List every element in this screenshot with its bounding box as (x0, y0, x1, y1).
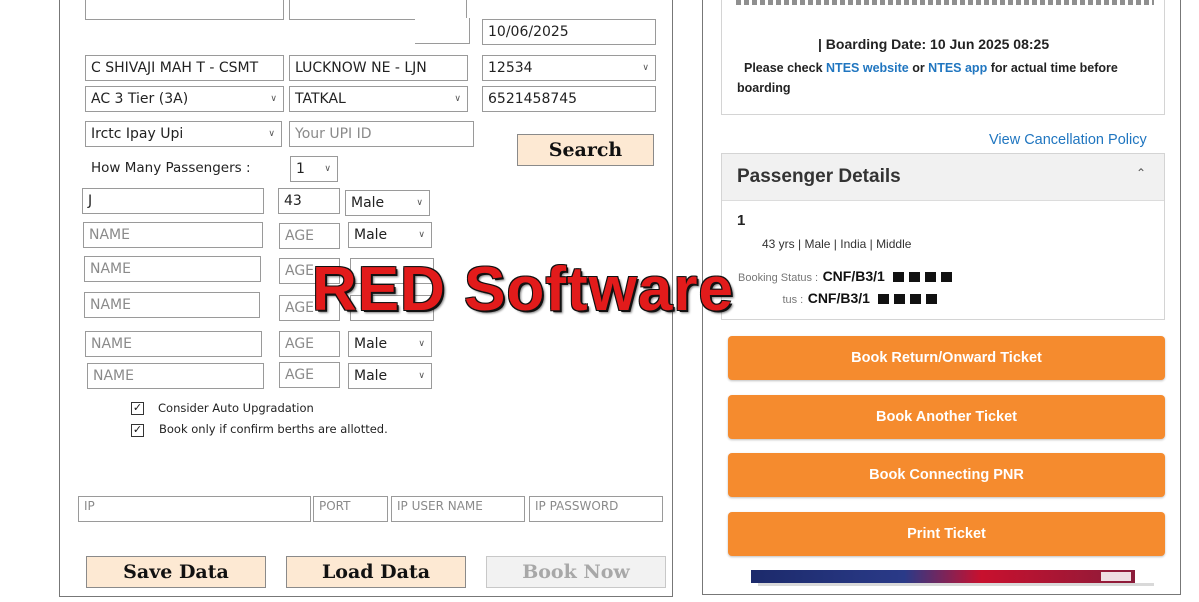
chevron-down-icon: ∨ (270, 94, 277, 104)
ntes-notice: Please check NTES website or NTES app fo… (744, 61, 1118, 75)
journey-date-field[interactable]: 10/06/2025 (482, 19, 656, 45)
chevron-down-icon: ∨ (324, 164, 331, 174)
passenger-5-gender[interactable]: Male ∨ (348, 331, 432, 357)
ad-banner[interactable] (751, 570, 1135, 583)
chevron-down-icon: ∨ (418, 339, 425, 349)
book-now-button[interactable]: Book Now (486, 556, 666, 588)
proxy-ip-input[interactable]: IP (78, 496, 311, 522)
chevron-down-icon: ∨ (642, 63, 649, 73)
passenger-details-title: Passenger Details (737, 166, 901, 187)
ntes-app-link[interactable]: NTES app (928, 61, 987, 75)
passenger-2-gender-value: Male (354, 227, 388, 243)
to-station-field[interactable]: LUCKNOW NE - LJN (289, 55, 468, 81)
train-number-value: 12534 (488, 60, 533, 76)
chevron-down-icon: ∨ (416, 198, 423, 208)
passenger-3-name[interactable]: NAME (84, 256, 261, 282)
ntes-notice-text-3: boarding (737, 81, 791, 95)
passenger-1-age[interactable]: 43 (278, 188, 340, 214)
booking-status-row: Booking Status : CNF/B3/1 (738, 268, 956, 286)
ad-logo (1101, 572, 1131, 581)
red-software-watermark: RED Software (312, 255, 734, 324)
from-station-field[interactable]: C SHIVAJI MAH T - CSMT (85, 55, 284, 81)
train-number-select[interactable]: 12534 ∨ (482, 55, 656, 81)
book-return-ticket-button[interactable]: Book Return/Onward Ticket (728, 336, 1165, 380)
chevron-down-icon: ∨ (418, 230, 425, 240)
quota-select[interactable]: TATKAL ∨ (289, 86, 468, 112)
book-connecting-pnr-button[interactable]: Book Connecting PNR (728, 453, 1165, 497)
passenger-5-age[interactable]: AGE (279, 331, 340, 357)
proxy-password-input[interactable]: IP PASSWORD (529, 496, 663, 522)
boarding-date-text: | Boarding Date: 10 Jun 2025 08:25 (818, 36, 1050, 52)
passenger-2-name[interactable]: NAME (83, 222, 263, 248)
ntes-or-text: or (912, 61, 925, 75)
clipped-journey-line (736, 0, 1154, 7)
passenger-1-name[interactable]: J (82, 188, 264, 214)
save-data-button[interactable]: Save Data (86, 556, 266, 588)
chevron-down-icon: ∨ (268, 129, 275, 139)
passenger-5-name[interactable]: NAME (85, 331, 262, 357)
print-ticket-button[interactable]: Print Ticket (728, 512, 1165, 556)
passenger-index: 1 (737, 212, 746, 229)
auto-upgrade-label: Consider Auto Upgradation (158, 401, 314, 415)
passenger-info: 43 yrs | Male | India | Middle (762, 237, 912, 251)
ntes-website-link[interactable]: NTES website (826, 61, 909, 75)
payment-method-value: Irctc Ipay Upi (91, 126, 184, 142)
passenger-6-age[interactable]: AGE (279, 362, 340, 388)
passenger-6-gender[interactable]: Male ∨ (348, 363, 432, 389)
passenger-6-name[interactable]: NAME (87, 363, 264, 389)
current-status-row: tus : CNF/B3/1 (738, 290, 941, 308)
journey-info-card: | Boarding Date: 10 Jun 2025 08:25 Pleas… (721, 0, 1165, 115)
upi-id-input[interactable]: Your UPI ID (289, 121, 474, 147)
class-select[interactable]: AC 3 Tier (3A) ∨ (85, 86, 284, 112)
auto-upgrade-checkbox[interactable]: ✓ (131, 402, 144, 415)
proxy-port-input[interactable]: PORT (313, 496, 388, 522)
payment-method-select[interactable]: Irctc Ipay Upi ∨ (85, 121, 282, 147)
passenger-2-gender[interactable]: Male ∨ (348, 222, 432, 248)
ntes-notice-text-1: Please check (744, 61, 823, 75)
load-data-button[interactable]: Load Data (286, 556, 466, 588)
mobile-number-field[interactable]: 6521458745 (482, 86, 656, 112)
passenger-6-gender-value: Male (354, 368, 388, 384)
passenger-1-gender[interactable]: Male ∨ (345, 190, 430, 216)
chevron-down-icon: ∨ (454, 94, 461, 104)
book-another-ticket-button[interactable]: Book Another Ticket (728, 395, 1165, 439)
passenger-details-card: Passenger Details ⌃ 1 43 yrs | Male | In… (721, 153, 1165, 320)
chevron-up-icon: ⌃ (1136, 166, 1147, 180)
masked-berth-icon (893, 271, 956, 282)
booking-status-value: CNF/B3/1 (822, 268, 885, 284)
clipped-input-3[interactable] (415, 18, 470, 44)
clipped-input-2[interactable] (289, 0, 467, 20)
quota-value: TATKAL (295, 91, 346, 107)
confirm-berths-checkbox[interactable]: ✓ (131, 424, 144, 437)
passenger-2-age[interactable]: AGE (279, 223, 340, 249)
passenger-count-value: 1 (296, 161, 305, 177)
passenger-1-gender-value: Male (351, 195, 385, 211)
proxy-user-input[interactable]: IP USER NAME (391, 496, 525, 522)
ntes-notice-text-2: for actual time before (990, 61, 1118, 75)
passenger-details-header[interactable]: Passenger Details ⌃ (722, 154, 1164, 201)
cancellation-policy-link[interactable]: View Cancellation Policy (989, 132, 1147, 148)
confirm-berths-label: Book only if confirm berths are allotted… (159, 422, 388, 436)
current-status-label: tus : (782, 294, 804, 306)
scrollbar-strip (758, 583, 1154, 586)
booking-status-label: Booking Status : (738, 272, 819, 284)
passenger-4-name[interactable]: NAME (84, 292, 260, 318)
chevron-down-icon: ∨ (418, 371, 425, 381)
passenger-count-label: How Many Passengers : (91, 160, 251, 176)
clipped-input-1[interactable] (85, 0, 284, 20)
class-value: AC 3 Tier (3A) (91, 91, 189, 107)
passenger-5-gender-value: Male (354, 336, 388, 352)
masked-berth-icon (878, 293, 941, 304)
search-button[interactable]: Search (517, 134, 654, 166)
current-status-value: CNF/B3/1 (807, 290, 870, 306)
passenger-count-select[interactable]: 1 ∨ (290, 156, 338, 182)
